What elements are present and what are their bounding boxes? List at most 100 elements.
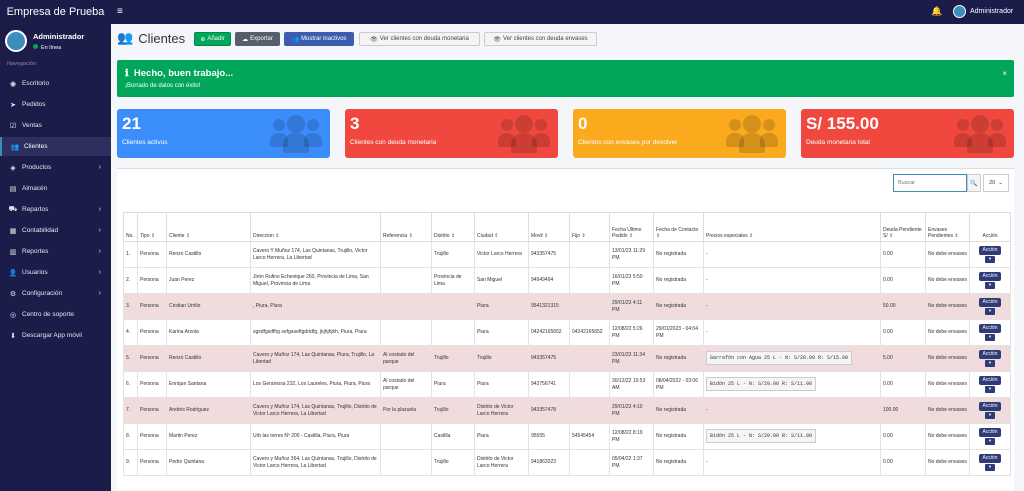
chevron-right-icon: › <box>98 269 101 276</box>
page-size-select[interactable]: 20 ⌄ <box>983 174 1009 192</box>
column-header[interactable]: Referencia ⇕ <box>380 212 432 242</box>
column-header[interactable]: Deuda Pendiente S/ ⇕ <box>880 212 926 242</box>
column-header[interactable]: Envases Pendientes ⇕ <box>925 212 970 242</box>
close-icon[interactable]: × <box>1002 69 1007 78</box>
export-button[interactable]: ☁ Exportar <box>235 32 280 46</box>
cell-deuda: 50.00 <box>880 293 926 320</box>
hamburger-menu-icon[interactable]: ≡ <box>117 6 123 17</box>
sidebar-item-centro-de-soporte[interactable]: ◎ Centro de soporte <box>0 305 111 324</box>
special-price-tag: Bidón 25 L - N: S/20.00 R: S/11.00 <box>706 377 817 392</box>
column-header[interactable]: Tipo ⇕ <box>137 212 167 242</box>
chevron-right-icon: › <box>98 164 101 171</box>
cell-fijo: 54545454 <box>569 423 610 450</box>
user-menu[interactable]: Administrador <box>953 5 1013 18</box>
chevron-right-icon: › <box>98 290 101 297</box>
debt-containers-button[interactable]: 👁 Ver clientes con deuda envases <box>484 32 597 46</box>
sort-icon: ⇕ <box>150 232 156 239</box>
sidebar-item-label: Configuración <box>22 290 63 297</box>
cell-ref: Al costado del parque <box>380 371 432 398</box>
column-header[interactable]: Fecha Último Pedido ⇕ <box>609 212 654 242</box>
cell-ciudad: San Miguel <box>474 267 529 294</box>
sidebar-item-repartos[interactable]: ⛟ Repartos › <box>0 200 111 219</box>
alert-message: ¡Borrado de datos con éxito! <box>125 83 201 89</box>
column-header[interactable]: Precios especiales ⇕ <box>703 212 881 242</box>
cell-ciudad: Victor Larco Herrera <box>474 241 529 268</box>
sidebar-item-escritorio[interactable]: ◉ Escritorio <box>0 74 111 93</box>
column-header[interactable]: Movil ⇕ <box>528 212 570 242</box>
sidebar-item-contabilidad[interactable]: ▦ Contabilidad › <box>0 221 111 240</box>
action-button[interactable]: Acción <box>979 324 1001 333</box>
action-button[interactable]: Acción <box>979 428 1001 437</box>
sidebar-item-almacén[interactable]: ▤ Almacén <box>0 179 111 198</box>
caret-down-icon[interactable]: ▾ <box>985 359 995 367</box>
sidebar-item-descargar-app-móvil[interactable]: ⬇ Descargar App móvil <box>0 326 111 345</box>
support-icon: ◎ <box>9 311 17 319</box>
debt-containers-label: Ver clientes con deuda envases <box>502 36 588 42</box>
action-button[interactable]: Acción <box>979 402 1001 411</box>
cell-fped: 13/01/23 11:29 PM <box>609 241 654 268</box>
search-input[interactable] <box>893 174 967 192</box>
caret-down-icon[interactable]: ▾ <box>985 307 995 315</box>
cell-precios: - <box>703 449 881 476</box>
cell-ciudad: Piura <box>474 423 529 450</box>
add-button[interactable]: ⊕ Añadir <box>194 32 231 46</box>
special-price-tag: Bidón 25 L - N: S/20.00 R: S/11.00 <box>706 429 817 444</box>
cell-action: Acción ▾ <box>969 371 1011 398</box>
show-inactive-button[interactable]: 👥 Mostrar inactivos <box>284 32 354 46</box>
caret-down-icon[interactable]: ▾ <box>985 411 995 419</box>
sort-icon: ⇕ <box>749 232 754 239</box>
column-header[interactable]: No. <box>123 212 138 242</box>
caret-down-icon[interactable]: ▾ <box>985 463 995 471</box>
caret-down-icon[interactable]: ▾ <box>985 281 995 289</box>
cell-movil: 04242165652 <box>528 319 570 346</box>
column-header[interactable]: Acción <box>969 212 1011 242</box>
cell-action: Acción ▾ <box>969 241 1011 268</box>
column-header[interactable]: Fijo ⇕ <box>569 212 610 242</box>
sidebar-item-ventas[interactable]: ☑ Ventas <box>0 116 111 135</box>
download-icon: ⬇ <box>10 332 16 340</box>
sidebar-item-label: Ventas <box>22 122 42 129</box>
cell-precios: Bidón 25 L - N: S/20.00 R: S/11.00 <box>703 371 881 398</box>
cell-fcont: No registrada <box>653 423 704 450</box>
cell-env: No debe envases <box>925 371 970 398</box>
action-button[interactable]: Acción <box>979 454 1001 463</box>
cell-movil: 943756741 <box>528 371 570 398</box>
cell-env: No debe envases <box>925 241 970 268</box>
sidebar-item-pedidos[interactable]: ➤ Pedidos <box>0 95 111 114</box>
action-button[interactable]: Acción <box>979 350 1001 359</box>
column-header-label: Referencia <box>383 232 408 239</box>
column-header[interactable]: Distrito ⇕ <box>431 212 475 242</box>
debt-money-button[interactable]: 👁 Ver clientes con deuda monetaria <box>359 32 480 46</box>
special-price-tag: Garrafón con Agua 25 L - N: S/20.00 R: S… <box>706 351 853 366</box>
notification-bell-icon[interactable]: 🔔 <box>931 6 942 17</box>
column-header[interactable]: Fecha de Contacto ⇕ <box>653 212 704 242</box>
caret-down-icon[interactable]: ▾ <box>985 437 995 445</box>
caret-down-icon[interactable]: ▾ <box>985 255 995 263</box>
search-button[interactable]: 🔍 <box>967 174 981 192</box>
caret-down-icon[interactable]: ▾ <box>985 333 995 341</box>
cell-fcont: No registrada <box>653 267 704 294</box>
stat-box: 21 Clientes activos <box>117 109 330 158</box>
brand-name[interactable]: Empresa de Prueba <box>0 0 111 24</box>
sort-icon: ⇕ <box>581 232 586 239</box>
table-row: 8. Persona Martin Perez Urb las torres Nº 2… <box>123 423 1011 450</box>
column-header[interactable]: Cliente ⇕ <box>166 212 251 242</box>
cell-dir: sgsdfgsdfhg sefgaseftgdrtdfg, jkjhjhjkh,… <box>250 319 381 346</box>
cell-fped: 12/08/22 5:26 PM <box>609 319 654 346</box>
caret-down-icon[interactable]: ▾ <box>985 385 995 393</box>
sidebar-item-productos[interactable]: ◈ Productos › <box>0 158 111 177</box>
sidebar-item-usuarios[interactable]: 👤 Usuarios › <box>0 263 111 282</box>
action-button[interactable]: Acción <box>979 298 1001 307</box>
column-header[interactable]: Direccion ⇕ <box>250 212 381 242</box>
sidebar-item-label: Reportes <box>22 248 49 255</box>
sidebar-item-configuración[interactable]: ⚙ Configuración › <box>0 284 111 303</box>
sidebar-item-clientes[interactable]: 👥 Clientes <box>0 137 111 156</box>
sidebar-item-reportes[interactable]: ▥ Reportes › <box>0 242 111 261</box>
action-button[interactable]: Acción <box>979 246 1001 255</box>
action-button[interactable]: Acción <box>979 272 1001 281</box>
action-button[interactable]: Acción <box>979 376 1001 385</box>
avatar <box>953 5 966 18</box>
column-header[interactable]: Ciudad ⇕ <box>474 212 529 242</box>
cell-action: Acción ▾ <box>969 293 1011 320</box>
sort-icon: ⇕ <box>628 232 634 239</box>
